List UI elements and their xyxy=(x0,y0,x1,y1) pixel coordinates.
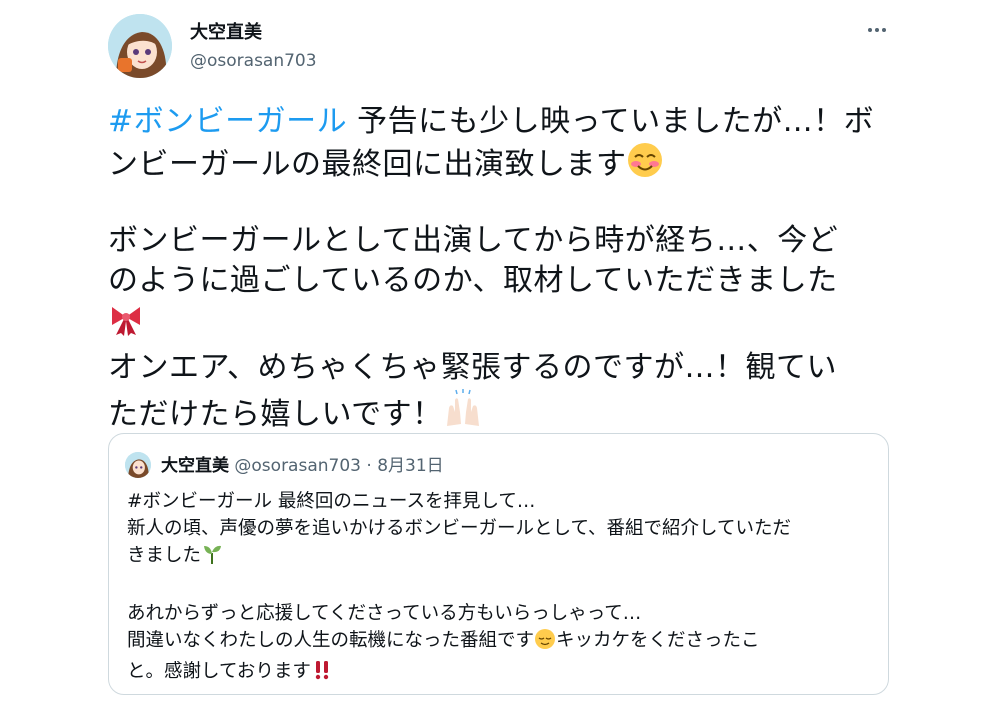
avatar-illustration xyxy=(125,452,151,478)
seedling-emoji-icon xyxy=(201,543,223,573)
double-exclamation-emoji-icon xyxy=(311,659,333,689)
relieved-face-emoji-icon xyxy=(534,628,556,658)
tweet-text-segment: ただけたら嬉しいです！ xyxy=(108,397,443,432)
avatar-illustration xyxy=(108,14,172,78)
quoted-author-name: 大空直美 xyxy=(161,456,229,476)
tweet-text-segment: ンビーガールの最終回に出演致します xyxy=(108,147,627,182)
tweet-line-2: ンビーガールの最終回に出演致します xyxy=(108,142,898,189)
quote-line-1: #ボンビーガール 最終回のニュースを拝見して… xyxy=(127,491,536,512)
smiling-blush-emoji-icon xyxy=(627,142,663,189)
quote-line-5: 間違いなくわたしの人生の転機になった番組です キッカケをくださったこ xyxy=(127,627,877,658)
author-handle[interactable]: @osorasan703 xyxy=(190,50,317,72)
tweet-line-ribbon xyxy=(108,301,898,348)
quote-line-2: 新人の頃、声優の夢を追いかけるボンビーガールとして、番組で紹介していただ xyxy=(127,518,791,539)
quote-text-segment: 間違いなくわたしの人生の転機になった番組です xyxy=(127,630,535,651)
quote-text-segment: キッカケをくださったこ xyxy=(556,630,760,651)
more-options-icon[interactable] xyxy=(862,18,892,42)
quoted-author-handle: @osorasan703 xyxy=(234,456,361,476)
quote-text-segment: きました xyxy=(127,545,202,566)
quote-line-6: と。感謝しております xyxy=(127,658,877,689)
quote-line-4: あれからずっと応援してくださっている方もいらっしゃって… xyxy=(127,603,642,624)
tweet-line-4: のように過ごしているのか、取材していただきました xyxy=(108,263,838,298)
quoted-tweet-text: #ボンビーガール 最終回のニュースを拝見して… 新人の頃、声優の夢を追いかけるボ… xyxy=(127,488,877,689)
raised-hands-emoji-icon xyxy=(443,388,483,439)
quote-line-3: きました xyxy=(127,542,877,573)
quoted-tweet[interactable]: 大空直美 @osorasan703 · 8月31日 #ボンビーガール 最終回のニ… xyxy=(108,433,889,695)
author-display-name[interactable]: 大空直美 xyxy=(190,22,262,44)
quote-text-segment: と。感謝しております xyxy=(127,661,311,682)
tweet-line-3: ボンビーガールとして出演してから時が経ち…、今ど xyxy=(108,223,839,258)
quoted-tweet-date[interactable]: 8月31日 xyxy=(377,456,443,476)
tweet-line-6: ただけたら嬉しいです！ xyxy=(108,388,898,439)
tweet-text-segment: 予告にも少し映っていましたが…！ボ xyxy=(347,104,875,139)
ribbon-emoji-icon xyxy=(108,301,144,348)
meta-separator: · xyxy=(366,456,372,476)
quoted-author-avatar[interactable] xyxy=(125,452,151,478)
tweet-line-1: #ボンビーガール 予告にも少し映っていましたが…！ボ xyxy=(108,102,898,142)
hashtag-link[interactable]: #ボンビーガール xyxy=(108,104,347,139)
quoted-tweet-header: 大空直美 @osorasan703 · 8月31日 xyxy=(161,454,444,478)
tweet-line-5: オンエア、めちゃくちゃ緊張するのですが…！観てい xyxy=(108,350,837,385)
author-avatar[interactable] xyxy=(108,14,172,78)
tweet-text: #ボンビーガール 予告にも少し映っていましたが…！ボ ンビーガールの最終回に出演… xyxy=(108,102,898,439)
